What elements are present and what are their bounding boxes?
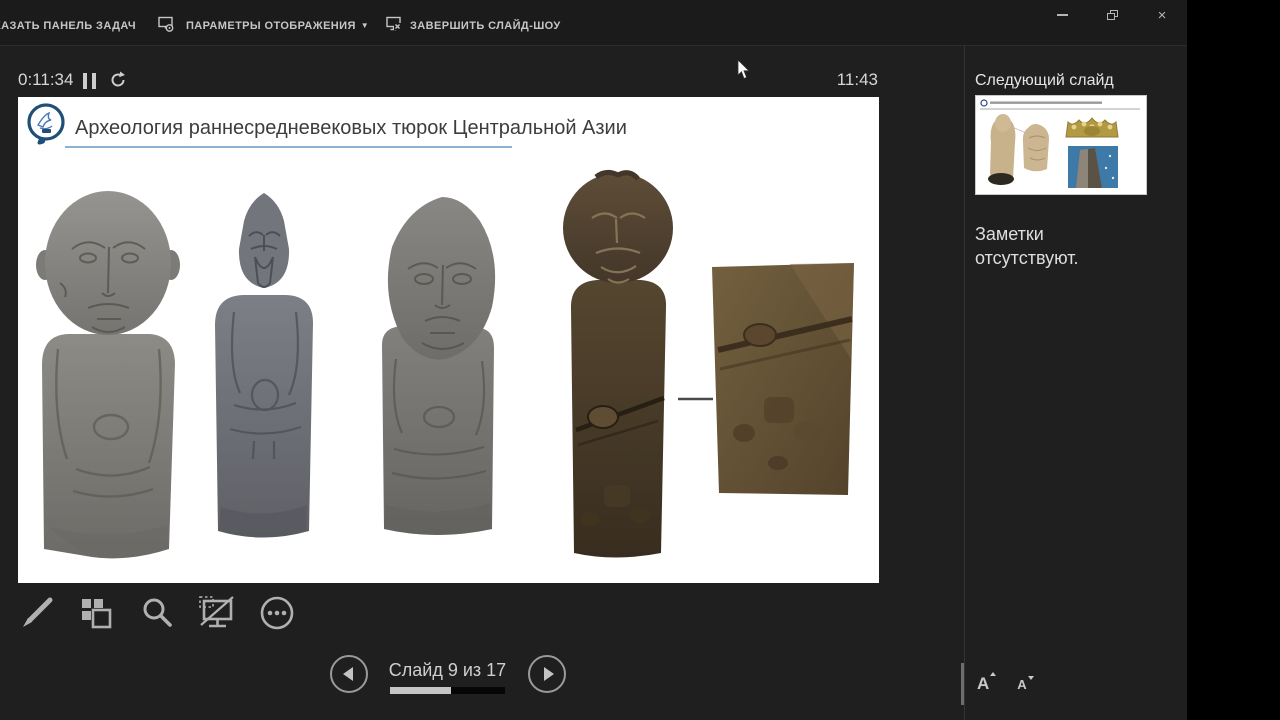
statue-dark-stele-figure — [563, 169, 673, 558]
minimize-icon — [1056, 14, 1068, 16]
more-options-button[interactable] — [258, 594, 296, 632]
close-icon: × — [1157, 6, 1167, 24]
notes-font-controls: A A — [971, 672, 1034, 696]
magnifier-icon — [143, 598, 172, 627]
window-controls: × — [1049, 0, 1175, 30]
decrease-font-button[interactable]: A — [1011, 674, 1034, 696]
slide-content-statue-photos — [36, 169, 854, 559]
statue-grey-bearded — [382, 197, 496, 535]
statue-grey-pointed-cap — [215, 193, 313, 538]
display-options-icon — [158, 16, 174, 32]
restore-button[interactable] — [1099, 4, 1125, 26]
increase-font-button[interactable]: A — [971, 672, 997, 696]
pen-icon — [23, 597, 53, 627]
mouse-cursor — [737, 60, 750, 80]
slide-sorter-icon — [82, 599, 112, 629]
arrow-right-icon — [543, 667, 554, 681]
show-taskbar-button[interactable]: КАЗАТЬ ПАНЕЛЬ ЗАДАЧ — [0, 20, 136, 32]
pause-icon — [92, 73, 96, 89]
slideshow-progress-bar — [390, 687, 505, 694]
current-time: 11:43 — [836, 70, 878, 89]
pause-timer-button[interactable] — [83, 73, 101, 89]
black-screen-button[interactable] — [198, 594, 236, 632]
elapsed-timer: 0:11:34 — [18, 70, 74, 89]
statue-grey-round-head — [36, 191, 180, 559]
see-all-slides-button[interactable] — [78, 594, 116, 632]
caret-up-icon — [990, 672, 997, 676]
end-slideshow-icon — [386, 16, 402, 31]
arrow-left-icon — [342, 667, 353, 681]
display-options-button[interactable]: ПАРАМЕТРЫ ОТОБРАЖЕНИЯ ▼ — [186, 20, 369, 32]
restore-icon — [1106, 10, 1118, 20]
previous-slide-button[interactable] — [330, 655, 368, 693]
current-slide[interactable]: Археология раннесредневековых тюрок Цент… — [18, 97, 879, 583]
statue-fragment-brown — [712, 263, 854, 495]
presenter-toolbar: КАЗАТЬ ПАНЕЛЬ ЗАДАЧ ПАРАМЕТРЫ ОТОБРАЖЕНИ… — [0, 0, 1187, 46]
next-slide-thumbnail[interactable] — [975, 95, 1147, 195]
ellipsis-icon — [260, 596, 294, 630]
panel-divider — [964, 46, 965, 720]
pen-tool-button[interactable] — [18, 594, 56, 632]
next-slide-preview — [980, 99, 1140, 188]
zoom-slide-button[interactable] — [138, 594, 176, 632]
next-slide-button[interactable] — [528, 655, 566, 693]
speaker-notes: Заметки отсутствуют. — [975, 224, 1079, 269]
restart-timer-button[interactable] — [109, 71, 127, 89]
pause-icon — [83, 73, 87, 89]
presenter-view-window: КАЗАТЬ ПАНЕЛЬ ЗАДАЧ ПАРАМЕТРЫ ОТОБРАЖЕНИ… — [0, 0, 1187, 720]
end-slideshow-button[interactable]: ЗАВЕРШИТЬ СЛАЙД-ШОУ — [410, 20, 561, 32]
next-slide-header: Следующий слайд — [975, 72, 1114, 89]
annotation-toolbar — [18, 592, 296, 634]
minimize-button[interactable] — [1049, 4, 1075, 26]
caret-down-icon — [1027, 676, 1034, 680]
blank-screen-icon — [199, 596, 234, 628]
slide-counter: Слайд 9 из 17 — [388, 660, 507, 680]
chevron-down-icon: ▼ — [360, 21, 370, 30]
close-button[interactable]: × — [1149, 4, 1175, 26]
panel-scrollbar[interactable] — [961, 663, 964, 705]
